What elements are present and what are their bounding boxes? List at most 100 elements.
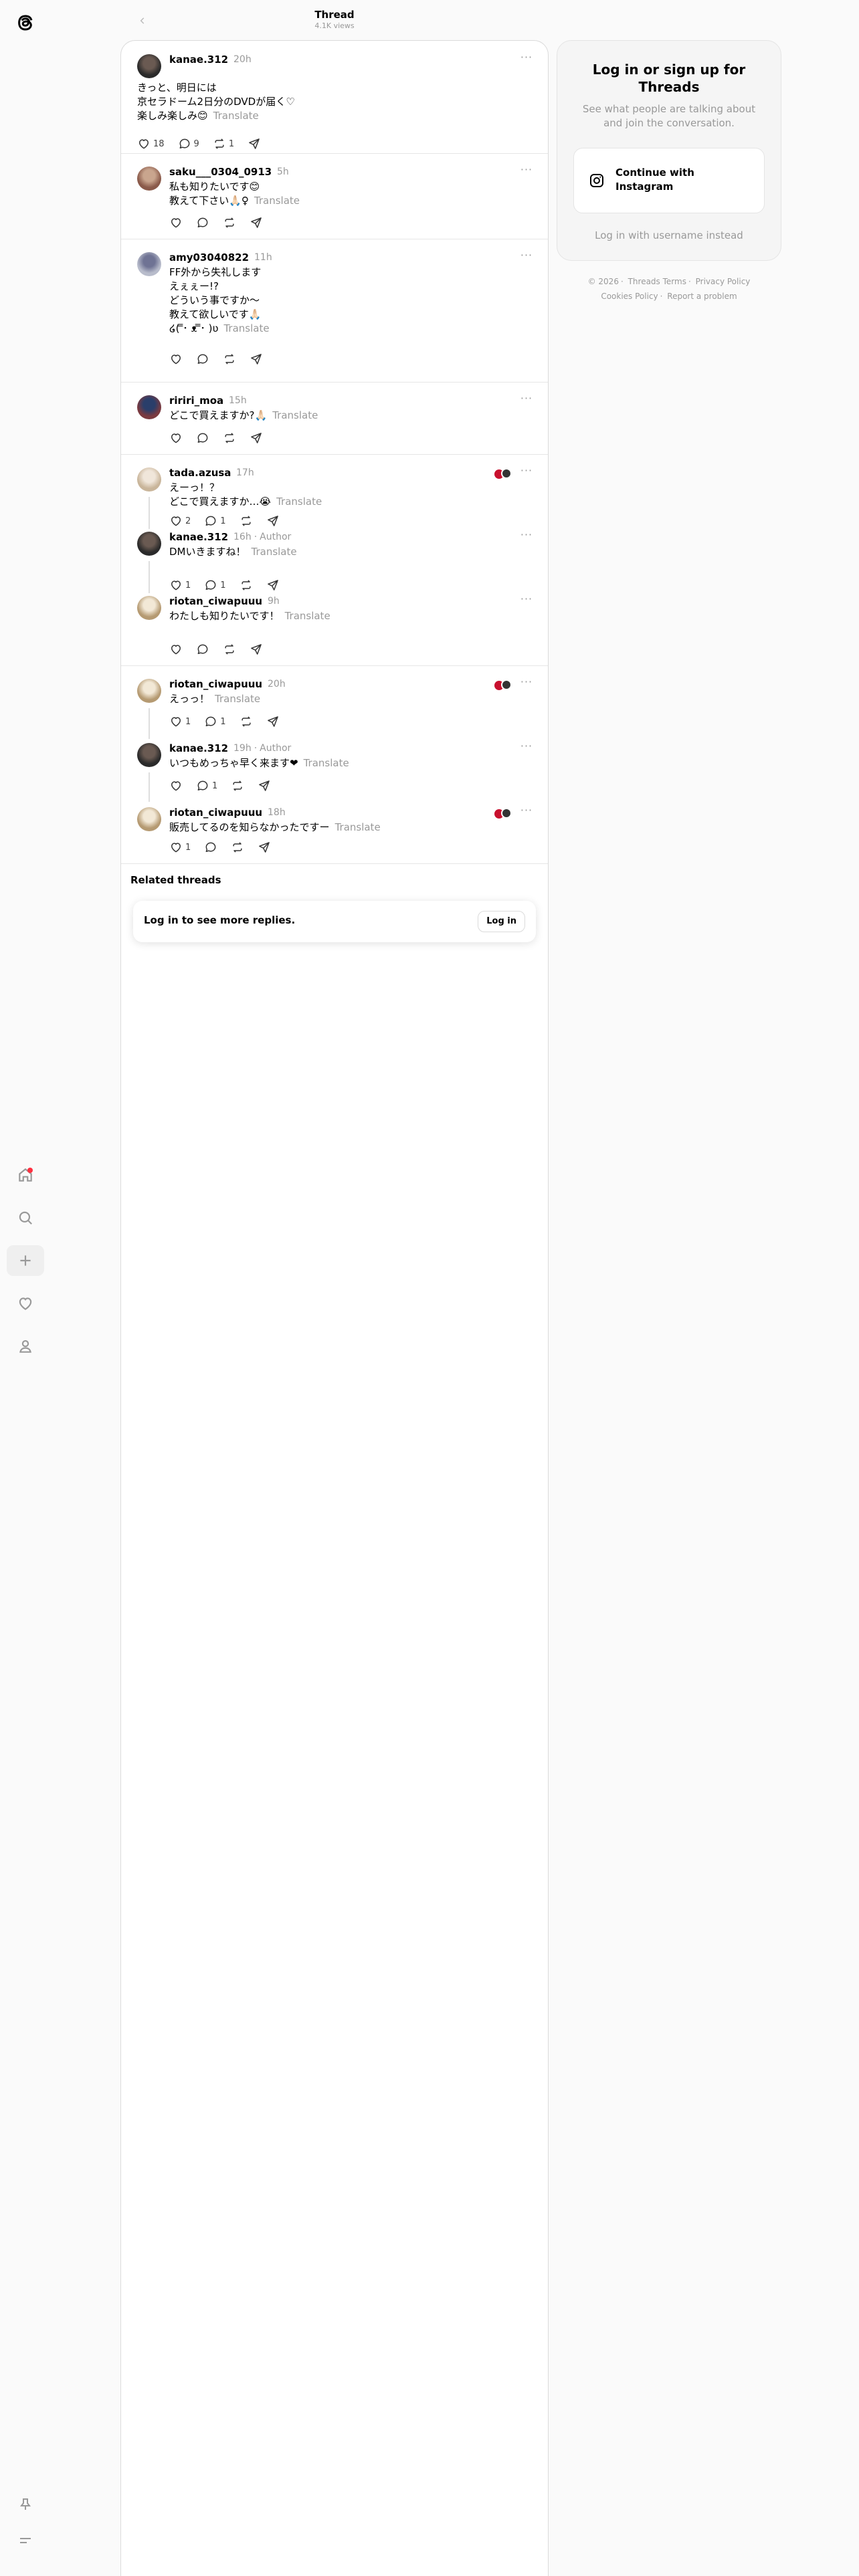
like-button[interactable]: 1 — [169, 841, 191, 854]
share-button[interactable] — [248, 137, 261, 150]
avatar[interactable] — [137, 743, 161, 767]
share-button[interactable] — [266, 715, 280, 728]
like-button[interactable] — [169, 352, 183, 366]
repost-button[interactable] — [231, 779, 244, 792]
post-meta: 16h · Author — [233, 530, 291, 544]
post-divider — [121, 153, 548, 154]
nav-profile[interactable] — [7, 1331, 44, 1362]
login-button[interactable]: Log in — [478, 911, 525, 932]
repost-button[interactable] — [223, 431, 236, 445]
threads-logo-icon[interactable] — [12, 9, 39, 36]
nav-search[interactable] — [7, 1202, 44, 1233]
post-text: 私も知りたいです😊 教えて下さい🙏🏻♀ Translate — [169, 180, 517, 208]
reply-button[interactable]: 1 — [196, 779, 217, 792]
nav-home[interactable] — [7, 1160, 44, 1190]
share-button[interactable] — [258, 779, 271, 792]
username[interactable]: kanae.312 — [169, 53, 228, 66]
repost-button[interactable] — [223, 352, 236, 366]
reply-button[interactable]: 9 — [178, 137, 199, 150]
translate-link[interactable]: Translate — [254, 195, 300, 207]
continue-with-instagram-button[interactable]: Continue with Instagram — [573, 148, 765, 213]
more-icon[interactable]: ··· — [518, 530, 535, 544]
more-icon[interactable]: ··· — [518, 165, 535, 179]
translate-link[interactable]: Translate — [276, 496, 322, 508]
avatar[interactable] — [137, 467, 161, 492]
more-icon[interactable]: ··· — [518, 393, 535, 407]
like-button[interactable]: 1 — [169, 715, 191, 728]
translate-link[interactable]: Translate — [285, 610, 330, 622]
translate-link[interactable]: Translate — [335, 821, 381, 833]
username[interactable]: riotan_ciwapuuu — [169, 806, 262, 819]
more-icon[interactable]: ··· — [518, 677, 535, 691]
nav-activity[interactable] — [7, 1288, 44, 1319]
share-button[interactable] — [250, 643, 263, 656]
footer-link-cookies[interactable]: Cookies Policy — [601, 292, 658, 301]
more-icon[interactable]: ··· — [518, 805, 535, 819]
more-icon[interactable]: ··· — [518, 465, 535, 479]
avatar[interactable] — [137, 167, 161, 191]
share-button[interactable] — [250, 352, 263, 366]
reply-button[interactable]: 1 — [204, 715, 226, 728]
avatar[interactable] — [137, 252, 161, 276]
translate-link[interactable]: Translate — [272, 409, 318, 421]
reply-button[interactable] — [196, 352, 209, 366]
more-icon[interactable]: ··· — [518, 250, 535, 264]
username[interactable]: amy03040822 — [169, 251, 249, 264]
translate-link[interactable]: Translate — [304, 757, 349, 769]
share-button[interactable] — [258, 841, 271, 854]
more-icon[interactable]: ··· — [518, 52, 535, 66]
like-button[interactable]: 2 — [169, 514, 191, 528]
username[interactable]: ririri_moa — [169, 394, 223, 407]
username[interactable]: saku___0304_0913 — [169, 165, 272, 179]
avatar[interactable] — [137, 54, 161, 78]
translate-link[interactable]: Translate — [223, 322, 269, 334]
username[interactable]: tada.azusa — [169, 466, 231, 479]
repost-button[interactable] — [240, 578, 253, 592]
repost-button[interactable] — [223, 643, 236, 656]
share-button[interactable] — [250, 216, 263, 229]
repost-button[interactable]: 1 — [213, 137, 234, 150]
reply-button[interactable]: 1 — [204, 514, 226, 528]
username[interactable]: riotan_ciwapuuu — [169, 677, 262, 691]
translate-link[interactable]: Translate — [252, 546, 297, 558]
like-button[interactable] — [169, 216, 183, 229]
nav-create[interactable] — [7, 1245, 44, 1276]
repost-count: 1 — [228, 138, 235, 149]
like-button[interactable] — [169, 779, 183, 792]
avatar[interactable] — [137, 807, 161, 831]
translate-link[interactable]: Translate — [213, 110, 259, 122]
like-button[interactable] — [169, 431, 183, 445]
nav-pin[interactable] — [7, 2489, 44, 2520]
translate-link[interactable]: Translate — [215, 693, 260, 705]
footer-link-privacy[interactable]: Privacy Policy — [696, 277, 751, 286]
post-text-content: 販売してるのを知らなかったですー — [169, 821, 330, 833]
username[interactable]: riotan_ciwapuuu — [169, 595, 262, 608]
repost-button[interactable] — [240, 514, 253, 528]
like-button[interactable] — [169, 643, 183, 656]
avatar[interactable] — [137, 596, 161, 620]
more-icon[interactable]: ··· — [518, 741, 535, 755]
like-button[interactable]: 18 — [137, 137, 165, 150]
footer-link-report[interactable]: Report a problem — [667, 292, 737, 301]
repost-button[interactable] — [223, 216, 236, 229]
repost-button[interactable] — [240, 715, 253, 728]
reply-button[interactable] — [196, 643, 209, 656]
avatar[interactable] — [137, 395, 161, 419]
nav-menu[interactable] — [7, 2525, 44, 2556]
username[interactable]: kanae.312 — [169, 530, 228, 544]
reply-button[interactable] — [204, 841, 217, 854]
reply-button[interactable] — [196, 431, 209, 445]
share-button[interactable] — [266, 514, 280, 528]
avatar[interactable] — [137, 532, 161, 556]
reply-button[interactable]: 1 — [204, 578, 226, 592]
share-button[interactable] — [266, 578, 280, 592]
username[interactable]: kanae.312 — [169, 742, 228, 755]
avatar[interactable] — [137, 679, 161, 703]
more-icon[interactable]: ··· — [518, 594, 535, 608]
footer-link-terms[interactable]: Threads Terms — [628, 277, 686, 286]
username-login-link[interactable]: Log in with username instead — [557, 229, 781, 241]
repost-button[interactable] — [231, 841, 244, 854]
reply-button[interactable] — [196, 216, 209, 229]
share-button[interactable] — [250, 431, 263, 445]
like-button[interactable]: 1 — [169, 578, 191, 592]
